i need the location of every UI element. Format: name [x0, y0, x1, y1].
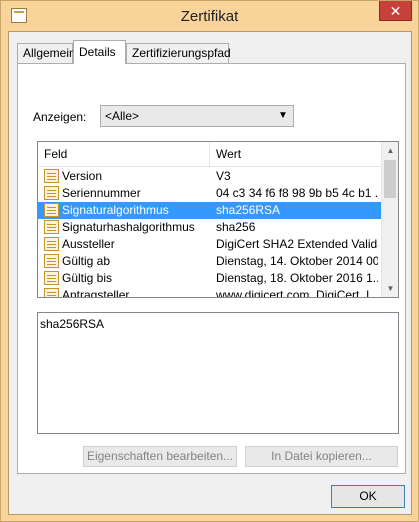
row-value: Dienstag, 18. Oktober 2016 1...: [216, 271, 378, 285]
show-dropdown-value: <Alle>: [105, 109, 140, 123]
certificate-field-icon: [44, 288, 59, 297]
column-header-wert[interactable]: Wert: [210, 142, 381, 167]
list-row-gueltig-ab[interactable]: Gültig ab Dienstag, 14. Oktober 2014 00:…: [38, 253, 381, 270]
close-button[interactable]: ✕: [379, 1, 412, 21]
row-field: Version: [62, 169, 103, 183]
row-field: Signaturalgorithmus: [62, 203, 169, 217]
row-value: www.digicert.com, DigiCert, I...: [216, 288, 378, 298]
list-row-signaturalgorithmus[interactable]: Signaturalgorithmus sha256RSA: [38, 202, 381, 219]
row-field: Antragsteller: [62, 288, 130, 298]
row-field: Gültig bis: [62, 271, 113, 285]
copy-to-file-button[interactable]: In Datei kopieren...: [245, 446, 398, 467]
list-header: Feld Wert: [38, 142, 381, 167]
certificate-field-icon: [44, 237, 59, 251]
field-detail-textbox[interactable]: sha256RSA: [37, 312, 399, 434]
dialog-client-area: Allgemein Details Zertifizierungspfad An…: [8, 31, 412, 515]
list-row-seriennummer[interactable]: Seriennummer 04 c3 34 f6 f8 98 9b b5 4c …: [38, 185, 381, 202]
row-field: Signaturhashalgorithmus: [62, 220, 195, 234]
certificate-field-icon: [44, 271, 59, 285]
copy-to-file-label: In Datei kopieren...: [271, 449, 372, 463]
row-value: 04 c3 34 f6 f8 98 9b b5 4c b1 ...: [216, 186, 378, 200]
scrollbar-thumb[interactable]: [384, 160, 396, 198]
title-bar[interactable]: Zertifikat ✕: [1, 1, 418, 31]
ok-button[interactable]: OK: [331, 485, 405, 508]
row-field: Aussteller: [62, 237, 115, 251]
certificate-field-icon: [44, 220, 59, 234]
tab-allgemein[interactable]: Allgemein: [17, 43, 76, 63]
tab-details[interactable]: Details: [73, 40, 126, 64]
tab-zertifizierungspfad[interactable]: Zertifizierungspfad: [126, 43, 231, 63]
list-row-signaturhashalgorithmus[interactable]: Signaturhashalgorithmus sha256: [38, 219, 381, 236]
window-title: Zertifikat: [180, 8, 239, 25]
details-panel: Anzeigen: <Alle> ▼ Feld Wert Version V3 …: [17, 63, 406, 474]
certificate-fields-list[interactable]: Feld Wert Version V3 Seriennummer 04 c3 …: [37, 141, 399, 298]
list-row-aussteller[interactable]: Aussteller DigiCert SHA2 Extended Valida…: [38, 236, 381, 253]
row-value: V3: [216, 169, 231, 183]
list-row-version[interactable]: Version V3: [38, 168, 381, 185]
certificate-field-icon: [44, 254, 59, 268]
edit-properties-label: Eigenschaften bearbeiten...: [86, 449, 234, 463]
row-value: sha256RSA: [216, 203, 281, 217]
chevron-down-icon: ▼: [278, 110, 288, 121]
edit-properties-button[interactable]: Eigenschaften bearbeiten...: [83, 446, 237, 467]
certificate-field-icon: [44, 169, 59, 183]
row-value: DigiCert SHA2 Extended Valida...: [216, 237, 378, 251]
column-header-feld[interactable]: Feld: [38, 142, 210, 167]
show-dropdown[interactable]: <Alle> ▼: [100, 105, 294, 127]
row-field: Gültig ab: [62, 254, 111, 268]
scroll-down-arrow-icon[interactable]: ▼: [382, 280, 398, 297]
certificate-field-icon: [44, 186, 59, 200]
list-row-antragsteller[interactable]: Antragsteller www.digicert.com, DigiCert…: [38, 287, 381, 298]
row-value: Dienstag, 14. Oktober 2014 00:...: [216, 254, 378, 268]
row-value: sha256: [216, 220, 256, 234]
scroll-up-arrow-icon[interactable]: ▲: [382, 142, 398, 159]
certificate-field-icon: [44, 203, 59, 217]
certificate-window: Zertifikat ✕ Allgemein Details Zertifizi…: [0, 0, 419, 522]
list-scrollbar[interactable]: ▲ ▼: [381, 142, 398, 297]
show-label: Anzeigen:: [33, 110, 87, 124]
row-field: Seriennummer: [62, 186, 141, 200]
list-row-gueltig-bis[interactable]: Gültig bis Dienstag, 18. Oktober 2016 1.…: [38, 270, 381, 287]
